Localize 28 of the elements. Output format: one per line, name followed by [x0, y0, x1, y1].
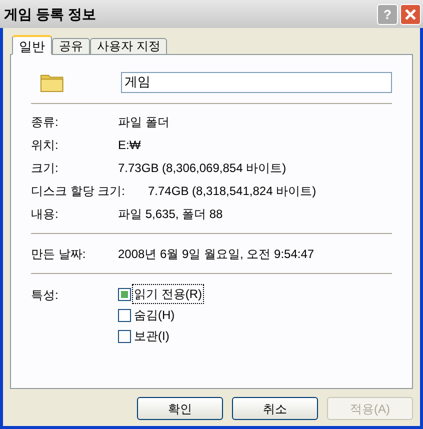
- close-button[interactable]: [400, 4, 421, 24]
- property-label: 디스크 할당 크기:: [31, 182, 126, 200]
- tab[interactable]: 공유: [52, 38, 90, 55]
- dialog-button[interactable]: 확인: [137, 397, 223, 420]
- property-value: 7.73GB (8,306,069,854 바이트): [118, 160, 286, 176]
- property-value: 파일 5,635, 폴더 88: [118, 206, 223, 222]
- tab[interactable]: 사용자 지정: [90, 38, 168, 55]
- checkbox[interactable]: [118, 308, 131, 322]
- property-label: 종류:: [31, 114, 60, 130]
- checkbox-label: 숨김(H): [133, 307, 176, 324]
- attributes-label: 특성:: [31, 287, 60, 304]
- property-value: 2008년 6월 9일 월요일, 오전 9:54:47: [118, 246, 314, 262]
- name-field[interactable]: 게임: [120, 72, 392, 92]
- checkbox-label: 읽기 전용(R): [133, 285, 203, 303]
- tab[interactable]: 일반: [12, 35, 52, 55]
- property-label: 만든 날짜:: [31, 246, 87, 262]
- property-value: 파일 폴더: [118, 114, 170, 130]
- property-label: 내용:: [31, 206, 60, 222]
- window-title: 게임 등록 정보: [4, 4, 97, 24]
- property-label: 크기:: [31, 160, 60, 176]
- property-label: 위치:: [31, 136, 60, 154]
- dialog-button[interactable]: 취소: [232, 397, 318, 420]
- property-value: E:₩: [118, 136, 141, 154]
- checkbox[interactable]: [118, 330, 131, 342]
- checkbox-label: 보관(I): [133, 328, 170, 345]
- property-value: 7.74GB (8,318,541,824 바이트): [148, 182, 316, 200]
- checkbox[interactable]: [118, 288, 131, 300]
- close-icon: [404, 8, 417, 20]
